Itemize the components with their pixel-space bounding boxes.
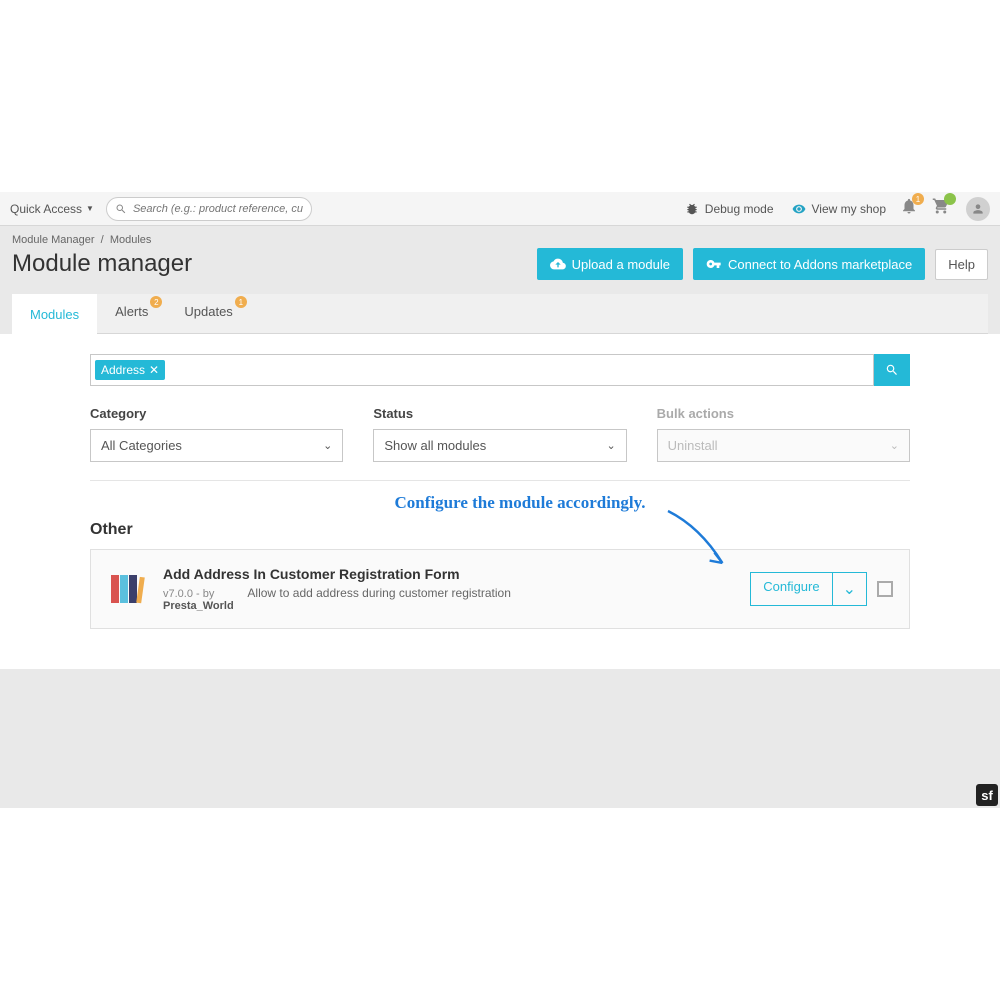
category-value: All Categories — [101, 438, 182, 453]
status-select[interactable]: Show all modules ⌄ — [373, 429, 626, 462]
module-description: Allow to add address during customer reg… — [247, 586, 510, 600]
breadcrumb: Module Manager / Modules — [12, 234, 988, 246]
connect-label: Connect to Addons marketplace — [728, 257, 912, 272]
chevron-down-icon: ⌄ — [323, 439, 332, 452]
view-shop-link[interactable]: View my shop — [792, 202, 886, 216]
search-tag: Address ✕ — [95, 360, 165, 380]
module-author: Presta_World — [163, 600, 234, 612]
cart-badge — [944, 193, 956, 205]
chevron-down-icon: ⌄ — [606, 439, 615, 452]
notif-badge: 1 — [912, 193, 924, 205]
category-select[interactable]: All Categories ⌄ — [90, 429, 343, 462]
books-icon — [107, 569, 147, 609]
chevron-down-icon: ⌄ — [890, 439, 899, 452]
upload-module-button[interactable]: Upload a module — [537, 248, 683, 280]
quick-access-label: Quick Access — [10, 202, 82, 216]
category-label: Category — [90, 406, 343, 421]
module-search-input[interactable]: Address ✕ — [90, 354, 874, 386]
tab-updates-label: Updates — [184, 304, 232, 319]
caret-down-icon: ▼ — [86, 204, 94, 213]
view-shop-label: View my shop — [812, 202, 886, 216]
debug-mode-link[interactable]: Debug mode — [685, 202, 774, 216]
breadcrumb-modules: Modules — [110, 234, 152, 246]
configure-dropdown-button[interactable]: ⌄ — [833, 572, 867, 606]
help-label: Help — [948, 257, 975, 272]
user-icon — [971, 202, 985, 216]
search-icon — [885, 363, 899, 377]
search-icon — [115, 203, 127, 215]
status-label: Status — [373, 406, 626, 421]
module-search-button[interactable] — [874, 354, 910, 386]
module-meta: v7.0.0 - by Allow to add address during … — [163, 586, 734, 612]
tab-alerts[interactable]: Alerts 2 — [97, 294, 166, 333]
connect-addons-button[interactable]: Connect to Addons marketplace — [693, 248, 925, 280]
debug-label: Debug mode — [705, 202, 774, 216]
bulk-select[interactable]: Uninstall ⌄ — [657, 429, 910, 462]
symfony-toolbar-icon[interactable]: sf — [976, 784, 998, 806]
top-bar: Quick Access ▼ Debug mode View my shop 1 — [0, 192, 1000, 226]
help-button[interactable]: Help — [935, 249, 988, 280]
section-heading: Other — [90, 521, 910, 539]
divider — [90, 480, 910, 481]
remove-tag-icon[interactable]: ✕ — [149, 363, 159, 377]
module-name: Add Address In Customer Registration For… — [163, 566, 734, 582]
annotation-arrow-icon — [660, 503, 740, 583]
user-avatar[interactable] — [966, 197, 990, 221]
configure-button[interactable]: Configure — [750, 572, 832, 606]
module-card: Add Address In Customer Registration For… — [90, 549, 910, 629]
bulk-label: Bulk actions — [657, 406, 910, 421]
tab-modules[interactable]: Modules — [12, 294, 97, 334]
search-tag-label: Address — [101, 363, 145, 377]
module-icon — [107, 569, 147, 609]
tab-bar: Modules Alerts 2 Updates 1 — [12, 294, 988, 334]
module-version: v7.0.0 - by — [163, 588, 214, 600]
global-search-input[interactable] — [133, 203, 303, 215]
cart-button[interactable] — [932, 197, 950, 220]
tab-modules-label: Modules — [30, 307, 79, 322]
upload-label: Upload a module — [572, 257, 670, 272]
updates-badge: 1 — [235, 296, 247, 308]
key-icon — [706, 256, 722, 272]
cloud-upload-icon — [550, 256, 566, 272]
module-checkbox[interactable] — [877, 581, 893, 597]
eye-icon — [792, 202, 806, 216]
tab-alerts-label: Alerts — [115, 304, 148, 319]
tab-updates[interactable]: Updates 1 — [166, 294, 250, 333]
module-search-bar: Address ✕ — [90, 354, 910, 386]
notifications-button[interactable]: 1 — [900, 197, 918, 220]
bug-icon — [685, 202, 699, 216]
status-value: Show all modules — [384, 438, 486, 453]
chevron-down-icon: ⌄ — [843, 581, 856, 598]
breadcrumb-module-manager[interactable]: Module Manager — [12, 234, 95, 246]
quick-access-menu[interactable]: Quick Access ▼ — [10, 202, 94, 216]
alerts-badge: 2 — [150, 296, 162, 308]
global-search[interactable] — [106, 197, 312, 221]
annotation-text: Configure the module accordingly. — [130, 493, 910, 513]
page-title: Module manager — [12, 250, 192, 278]
bulk-value: Uninstall — [668, 438, 718, 453]
